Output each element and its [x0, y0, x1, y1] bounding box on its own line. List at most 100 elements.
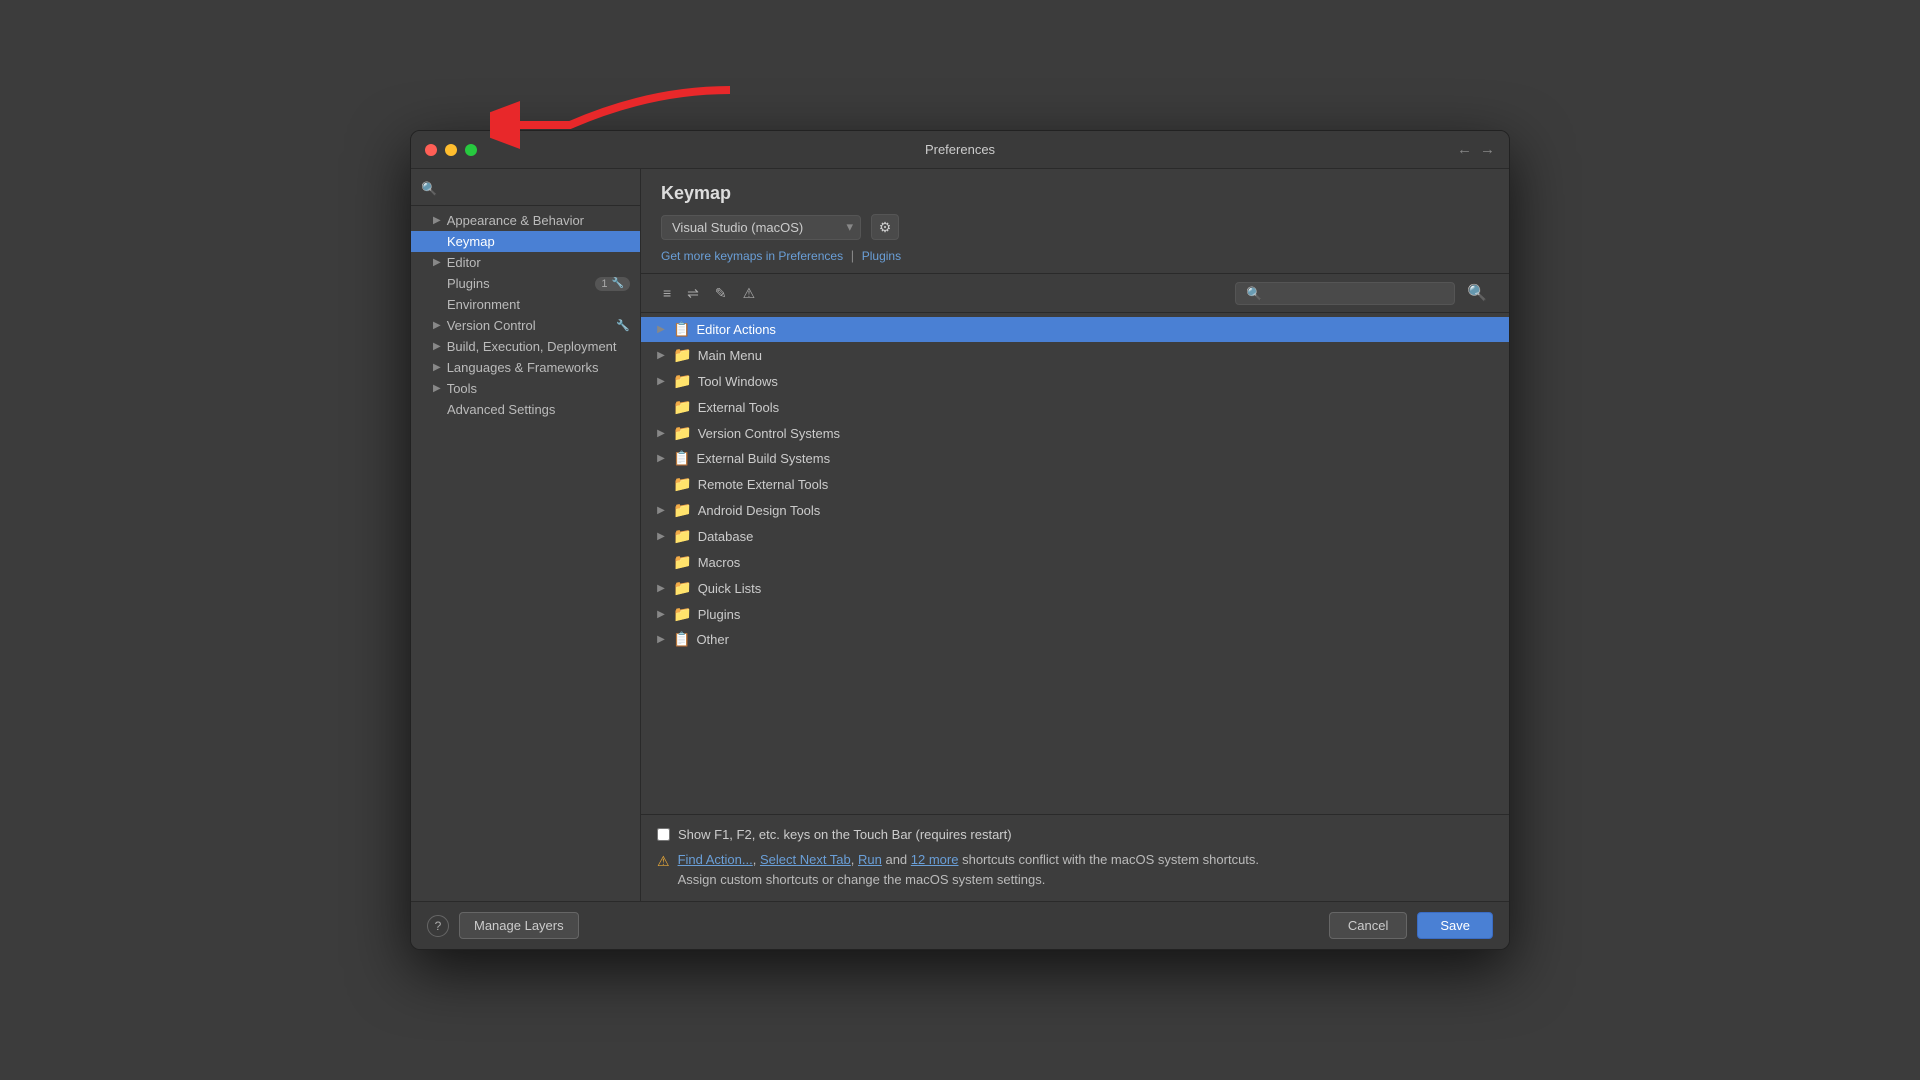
- get-more-keymaps-link[interactable]: Get more keymaps in Preferences: [661, 249, 843, 263]
- sidebar-item-version-control[interactable]: ▶ Version Control 🔧: [411, 315, 640, 336]
- sidebar-item-editor[interactable]: ▶ Editor: [411, 252, 640, 273]
- link-separator: |: [851, 248, 854, 263]
- filter-warning-button[interactable]: ⚠: [737, 282, 762, 305]
- title-bar: Preferences ← →: [411, 131, 1509, 169]
- touch-bar-label: Show F1, F2, etc. keys on the Touch Bar …: [678, 827, 1012, 842]
- back-button[interactable]: ←: [1457, 141, 1472, 158]
- tree-item-label: Editor Actions: [696, 322, 776, 337]
- chevron-icon: ▶: [655, 505, 667, 516]
- sidebar-item-plugins[interactable]: Plugins 1 🔧: [411, 273, 640, 294]
- touch-bar-checkbox[interactable]: [657, 828, 670, 841]
- preferences-window: Preferences ← → 🔍 ▶ Appearance & Behavio…: [410, 130, 1510, 950]
- maximize-button[interactable]: [465, 144, 477, 156]
- bottom-section: Show F1, F2, etc. keys on the Touch Bar …: [641, 814, 1509, 901]
- sidebar-item-label: Environment: [447, 297, 520, 312]
- toolbar: ≡ ⇌ ✎ ⚠ 🔍: [641, 274, 1509, 313]
- minimize-button[interactable]: [445, 144, 457, 156]
- select-next-tab-link[interactable]: Select Next Tab: [760, 852, 851, 867]
- footer-left: ? Manage Layers: [427, 912, 579, 939]
- folder-icon: 📁: [673, 553, 692, 571]
- filter-all-button[interactable]: ≡: [657, 282, 677, 304]
- tree-item-external-tools[interactable]: 📁 External Tools: [641, 394, 1509, 420]
- footer: ? Manage Layers Cancel Save: [411, 901, 1509, 949]
- close-button[interactable]: [425, 144, 437, 156]
- folder-icon: 📋: [673, 631, 690, 648]
- keymap-dropdown[interactable]: Visual Studio (macOS): [661, 215, 861, 240]
- tree-item-other[interactable]: ▶ 📋 Other: [641, 627, 1509, 652]
- keymap-links: Get more keymaps in Preferences | Plugin…: [661, 248, 1489, 263]
- keymap-row: Visual Studio (macOS) ⚙: [661, 214, 1489, 240]
- sidebar-item-appearance[interactable]: ▶ Appearance & Behavior: [411, 210, 640, 231]
- search-area: 🔍: [1235, 280, 1493, 306]
- plugins-link[interactable]: Plugins: [862, 249, 901, 263]
- gear-button[interactable]: ⚙: [871, 214, 899, 240]
- tree-item-android-design-tools[interactable]: ▶ 📁 Android Design Tools: [641, 497, 1509, 523]
- chevron-icon: ▶: [655, 350, 667, 361]
- tree-item-quick-lists[interactable]: ▶ 📁 Quick Lists: [641, 575, 1509, 601]
- tree-item-label: Macros: [698, 555, 741, 570]
- folder-icon: 📁: [673, 346, 692, 364]
- folder-icon: 📁: [673, 579, 692, 597]
- folder-icon: 📁: [673, 398, 692, 416]
- tree-item-version-control-systems[interactable]: ▶ 📁 Version Control Systems: [641, 420, 1509, 446]
- help-button[interactable]: ?: [427, 915, 449, 937]
- filter-assigned-button[interactable]: ⇌: [681, 282, 705, 305]
- filter-modified-button[interactable]: ✎: [709, 282, 733, 305]
- run-link[interactable]: Run: [858, 852, 882, 867]
- tree-item-label: Tool Windows: [698, 374, 778, 389]
- keymap-select-wrapper: Visual Studio (macOS): [661, 215, 861, 240]
- tree-item-label: Version Control Systems: [698, 426, 840, 441]
- folder-icon: 📁: [673, 424, 692, 442]
- sidebar-item-languages[interactable]: ▶ Languages & Frameworks: [411, 357, 640, 378]
- sidebar-item-environment[interactable]: Environment: [411, 294, 640, 315]
- tree-item-database[interactable]: ▶ 📁 Database: [641, 523, 1509, 549]
- tree-item-plugins[interactable]: ▶ 📁 Plugins: [641, 601, 1509, 627]
- chevron-icon: ▶: [655, 324, 667, 335]
- folder-icon: 📁: [673, 527, 692, 545]
- tree-item-macros[interactable]: 📁 Macros: [641, 549, 1509, 575]
- chevron-icon: ▶: [655, 428, 667, 439]
- plugin-badge: 1 🔧: [595, 277, 630, 291]
- tree-item-label: Database: [698, 529, 754, 544]
- sidebar-item-tools[interactable]: ▶ Tools: [411, 378, 640, 399]
- tree-item-external-build-systems[interactable]: ▶ 📋 External Build Systems: [641, 446, 1509, 471]
- tree-item-main-menu[interactable]: ▶ 📁 Main Menu: [641, 342, 1509, 368]
- sidebar-item-keymap[interactable]: Keymap: [411, 231, 640, 252]
- chevron-icon: ▶: [655, 376, 667, 387]
- sidebar-item-label: Keymap: [447, 234, 495, 249]
- sidebar-item-build-execution[interactable]: ▶ Build, Execution, Deployment: [411, 336, 640, 357]
- chevron-icon: ▶: [655, 453, 667, 464]
- find-by-shortcut-button[interactable]: 🔍: [1461, 280, 1493, 306]
- content-area: 🔍 ▶ Appearance & Behavior Keymap ▶ Edito…: [411, 169, 1509, 901]
- sidebar-search[interactable]: 🔍: [411, 177, 640, 206]
- cancel-button[interactable]: Cancel: [1329, 912, 1407, 939]
- tree-item-tool-windows[interactable]: ▶ 📁 Tool Windows: [641, 368, 1509, 394]
- chevron-icon: ▶: [433, 362, 441, 373]
- forward-button[interactable]: →: [1480, 141, 1495, 158]
- sidebar-item-advanced-settings[interactable]: Advanced Settings: [411, 399, 640, 420]
- search-input[interactable]: [1235, 282, 1455, 305]
- sidebar-item-label: Build, Execution, Deployment: [447, 339, 617, 354]
- warning-icon: ⚠: [657, 851, 670, 872]
- folder-icon: 📋: [673, 321, 690, 338]
- main-panel: Keymap Visual Studio (macOS) ⚙: [641, 169, 1509, 901]
- tree-item-editor-actions[interactable]: ▶ 📋 Editor Actions: [641, 317, 1509, 342]
- tree-item-label: Plugins: [698, 607, 741, 622]
- more-link[interactable]: 12 more: [911, 852, 959, 867]
- folder-icon: 📁: [673, 372, 692, 390]
- footer-right: Cancel Save: [1329, 912, 1493, 939]
- search-icon: 🔍: [421, 181, 437, 197]
- chevron-icon: ▶: [433, 215, 441, 226]
- sidebar: 🔍 ▶ Appearance & Behavior Keymap ▶ Edito…: [411, 169, 641, 901]
- version-control-icon: 🔧: [616, 319, 630, 332]
- panel-header: Keymap Visual Studio (macOS) ⚙: [641, 169, 1509, 274]
- folder-icon: 📋: [673, 450, 690, 467]
- page-title: Keymap: [661, 183, 1489, 204]
- manage-layers-button[interactable]: Manage Layers: [459, 912, 579, 939]
- sidebar-item-label: Editor: [447, 255, 481, 270]
- chevron-icon: ▶: [655, 634, 667, 645]
- save-button[interactable]: Save: [1417, 912, 1493, 939]
- tree-item-label: Main Menu: [698, 348, 762, 363]
- tree-item-remote-external-tools[interactable]: 📁 Remote External Tools: [641, 471, 1509, 497]
- find-action-link[interactable]: Find Action...: [678, 852, 753, 867]
